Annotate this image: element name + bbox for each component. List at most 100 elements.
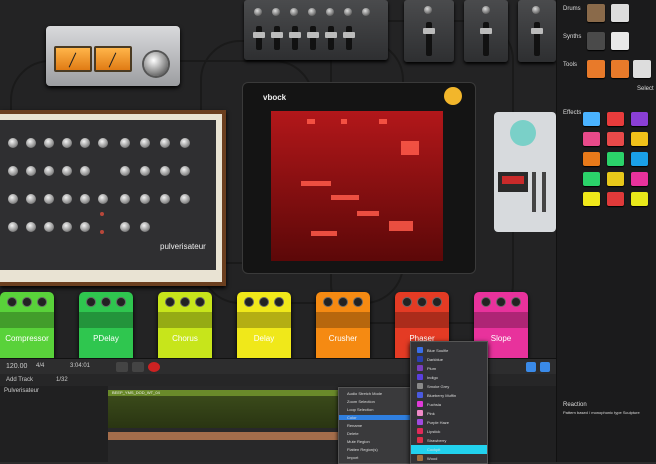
drum-fader[interactable] <box>542 172 546 212</box>
pedal-knob[interactable] <box>354 298 362 306</box>
synth-knob[interactable] <box>140 194 150 204</box>
volume-knob[interactable] <box>144 52 168 76</box>
pedal-knob[interactable] <box>339 298 347 306</box>
effect-pedal[interactable]: Compressor <box>0 292 54 358</box>
channel-knob[interactable] <box>482 6 490 14</box>
pedal-knob[interactable] <box>38 298 46 306</box>
effect-tile[interactable] <box>607 192 624 206</box>
synth-knob[interactable] <box>8 166 18 176</box>
stop-button[interactable] <box>132 362 144 372</box>
section-tools[interactable]: Tools <box>563 62 577 68</box>
channel-fader[interactable] <box>480 22 492 56</box>
seq-step[interactable] <box>389 221 413 231</box>
audio-waveform[interactable] <box>108 396 338 428</box>
channel-strip[interactable] <box>404 0 454 62</box>
synth-knob[interactable] <box>140 222 150 232</box>
channel-strip[interactable] <box>518 0 556 62</box>
synth-knob[interactable] <box>44 166 54 176</box>
menu-item[interactable]: Flatten Region(s) <box>347 447 378 452</box>
color-option[interactable]: Indigo <box>411 373 487 382</box>
select-tool[interactable] <box>633 60 651 78</box>
menu-item[interactable]: Mute Region <box>347 439 370 444</box>
add-track-button[interactable]: Add Track <box>6 377 33 383</box>
midi-region[interactable] <box>108 432 338 440</box>
pedal-knob[interactable] <box>482 298 490 306</box>
pedal-knob[interactable] <box>275 298 283 306</box>
pedal-knob[interactable] <box>245 298 253 306</box>
mixer-fader[interactable] <box>289 26 301 50</box>
channel-fader[interactable] <box>423 22 435 56</box>
color-option[interactable]: Blue Soulfie <box>411 346 487 355</box>
mixer-knob[interactable] <box>326 8 334 16</box>
mixer-knob[interactable] <box>272 8 280 16</box>
menu-item[interactable]: Zoom Selection <box>347 399 375 404</box>
menu-item[interactable]: Loop Selection <box>347 407 373 412</box>
mixer-fader[interactable] <box>325 26 337 50</box>
effect-tile[interactable] <box>607 152 624 166</box>
sequencer-screen[interactable] <box>271 111 443 261</box>
synth-knob[interactable] <box>180 194 190 204</box>
synth-knob[interactable] <box>120 138 130 148</box>
synth-knob[interactable] <box>140 166 150 176</box>
drum-tile[interactable] <box>611 4 629 22</box>
synth-knob[interactable] <box>44 222 54 232</box>
pedal-knob[interactable] <box>117 298 125 306</box>
pedal-knob[interactable] <box>418 298 426 306</box>
section-effects[interactable]: Effects <box>563 110 581 116</box>
effect-tile[interactable] <box>583 152 600 166</box>
pedal-knob[interactable] <box>102 298 110 306</box>
menu-item[interactable]: Color <box>339 415 411 420</box>
arrow-left-icon[interactable] <box>587 60 605 78</box>
mixer-knob[interactable] <box>362 8 370 16</box>
pedal-knob[interactable] <box>166 298 174 306</box>
color-option[interactable]: Pink <box>411 409 487 418</box>
pedal-knob[interactable] <box>260 298 268 306</box>
drum-machine[interactable] <box>494 112 556 232</box>
pedal-knob[interactable] <box>512 298 520 306</box>
seq-step[interactable] <box>379 119 387 124</box>
effect-tile[interactable] <box>631 172 648 186</box>
tempo[interactable]: 120.00 <box>6 363 27 370</box>
seq-step[interactable] <box>301 181 331 186</box>
vu-meter-device[interactable] <box>46 26 180 86</box>
synth-knob[interactable] <box>44 138 54 148</box>
seq-step[interactable] <box>341 119 347 124</box>
mixer-knob[interactable] <box>308 8 316 16</box>
menu-item[interactable]: Audio Stretch Mode <box>347 391 382 396</box>
pedal-knob[interactable] <box>23 298 31 306</box>
synth-knob[interactable] <box>26 194 36 204</box>
synth-knob[interactable] <box>26 138 36 148</box>
channel-knob[interactable] <box>532 6 540 14</box>
synth-knob[interactable] <box>80 222 90 232</box>
time-signature[interactable]: 4/4 <box>36 363 44 369</box>
synth-knob[interactable] <box>26 166 36 176</box>
color-option[interactable]: Cockpit <box>411 445 487 454</box>
synth-knob[interactable] <box>8 194 18 204</box>
mixer-device[interactable] <box>244 0 388 60</box>
pedal-knob[interactable] <box>403 298 411 306</box>
color-option[interactable]: Blueberry Muffin <box>411 391 487 400</box>
effect-pedal[interactable]: Delay <box>237 292 291 358</box>
record-button[interactable] <box>148 362 160 372</box>
pedal-knob[interactable] <box>324 298 332 306</box>
color-option[interactable]: Lipstick <box>411 427 487 436</box>
synth-knob[interactable] <box>98 194 108 204</box>
effect-pedal[interactable]: PDelay <box>79 292 133 358</box>
color-option[interactable]: Darkblue <box>411 355 487 364</box>
arrow-right-icon[interactable] <box>611 60 629 78</box>
mixer-fader[interactable] <box>343 26 355 50</box>
synth-knob[interactable] <box>98 138 108 148</box>
seq-step[interactable] <box>331 195 359 200</box>
synth-knob[interactable] <box>120 166 130 176</box>
synth-knob[interactable] <box>62 138 72 148</box>
effect-tile[interactable] <box>583 112 600 126</box>
effect-tile[interactable] <box>631 192 648 206</box>
synth-knob[interactable] <box>160 138 170 148</box>
synth-knob[interactable] <box>8 222 18 232</box>
patch-jack[interactable] <box>100 230 104 234</box>
synth-knob[interactable] <box>140 138 150 148</box>
section-synths[interactable]: Synths <box>563 34 581 40</box>
color-option[interactable]: Purple Haze <box>411 418 487 427</box>
effect-tile[interactable] <box>607 172 624 186</box>
mixer-fader[interactable] <box>307 26 319 50</box>
